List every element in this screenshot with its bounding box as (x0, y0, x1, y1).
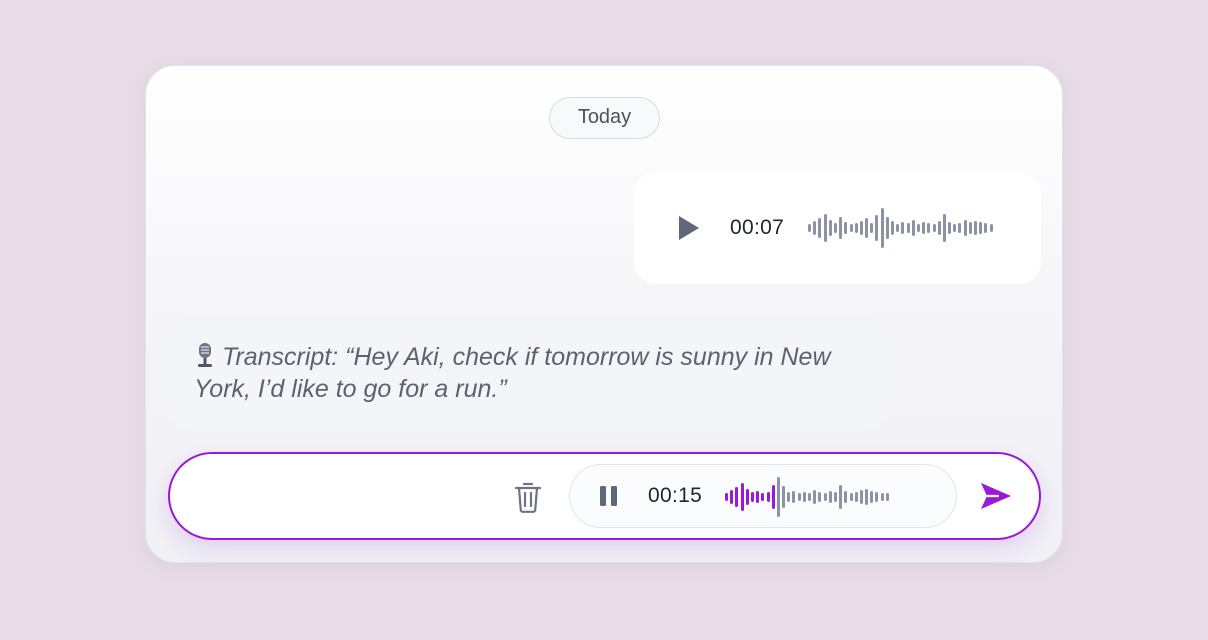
waveform-bar (808, 493, 811, 501)
message-composer[interactable]: 00:15 (168, 452, 1041, 540)
waveform-bar (730, 490, 734, 504)
date-separator: Today (549, 97, 660, 139)
waveform-bar (880, 493, 884, 501)
waveform-bar (797, 493, 801, 501)
waveform-bar (833, 223, 837, 233)
waveform-bar (854, 223, 858, 233)
waveform-bar (984, 223, 988, 233)
voice-recorder: 00:15 (569, 464, 957, 528)
waveform-bar (885, 217, 889, 239)
waveform-bar (880, 208, 884, 248)
waveform-bar (844, 491, 848, 503)
waveform-bar (906, 223, 910, 233)
transcript-bubble: Transcript: “Hey Aki, check if tomorrow … (168, 316, 888, 428)
waveform-bar (813, 221, 817, 235)
waveform-bar (859, 221, 863, 235)
waveform-bar (766, 492, 770, 502)
waveform-bar (865, 218, 869, 238)
waveform-bar (875, 492, 879, 502)
delete-recording-button[interactable] (513, 480, 543, 514)
waveform-bar (974, 221, 977, 235)
pause-button[interactable] (598, 484, 620, 508)
waveform-bar (922, 222, 926, 234)
waveform-bar (802, 492, 806, 502)
waveform-bar (942, 214, 946, 242)
waveform-bar (787, 492, 791, 502)
waveform-bar (948, 222, 952, 234)
waveform-bar (771, 485, 775, 509)
send-icon (981, 483, 1011, 509)
waveform-bar (839, 217, 843, 239)
waveform-bar (937, 221, 941, 235)
waveform-bar (875, 215, 879, 241)
waveform-bar (870, 491, 874, 503)
waveform-bar (745, 489, 749, 505)
waveform-bar (813, 490, 817, 504)
trash-icon (514, 482, 542, 513)
waveform-bar (865, 489, 869, 505)
microphone-icon (198, 343, 212, 367)
play-button[interactable] (674, 213, 702, 243)
waveform-bar (756, 491, 760, 503)
waveform-bar (725, 493, 728, 501)
pause-icon (600, 486, 617, 506)
waveform-bar (989, 224, 993, 232)
waveform-bar (968, 222, 972, 234)
waveform-bar (818, 492, 822, 502)
waveform-bar (859, 490, 863, 504)
waveform-bar (901, 222, 905, 234)
waveform-bar (823, 493, 827, 501)
waveform-bar (823, 214, 827, 242)
waveform-bar (828, 220, 832, 236)
waveform-bar (870, 223, 874, 233)
waveform-bar (958, 223, 962, 233)
voice-message-bubble: 00:07 (634, 172, 1041, 284)
waveform-bar (854, 492, 858, 502)
play-icon (679, 216, 699, 240)
recording-elapsed-time: 00:15 (648, 484, 703, 507)
waveform-bar (828, 491, 832, 503)
waveform-bar (849, 224, 853, 232)
waveform-bar (818, 218, 822, 238)
waveform-bar (844, 222, 848, 234)
waveform-bar (891, 221, 894, 235)
recording-waveform (725, 475, 891, 519)
waveform-bar (927, 223, 931, 233)
waveform-bar (916, 224, 920, 232)
waveform-bar (885, 493, 889, 501)
waveform-bar (839, 485, 843, 509)
send-button[interactable] (978, 480, 1014, 512)
waveform-bar (911, 220, 915, 236)
waveform-bar (932, 224, 936, 232)
transcript-text: Transcript: “Hey Aki, check if tomorrow … (194, 343, 831, 403)
transcript-paragraph: Transcript: “Hey Aki, check if tomorrow … (194, 341, 862, 405)
waveform-bar (833, 492, 837, 502)
waveform-bar (776, 477, 780, 517)
waveform-bar (849, 493, 853, 501)
waveform-bar (761, 493, 765, 501)
voice-message-duration: 00:07 (730, 216, 785, 239)
waveform-bar (750, 492, 754, 502)
waveform-bar (808, 224, 811, 232)
voice-message-waveform[interactable] (808, 206, 995, 250)
waveform-bar (740, 483, 744, 511)
waveform-bar (979, 222, 983, 234)
waveform-bar (953, 224, 957, 232)
chat-card: Today 00:07 Transcript: “Hey Aki, check … (145, 65, 1063, 563)
waveform-bar (792, 491, 796, 503)
waveform-bar (782, 486, 786, 508)
waveform-bar (963, 220, 967, 236)
waveform-bar (896, 224, 900, 232)
waveform-bar (735, 487, 739, 507)
